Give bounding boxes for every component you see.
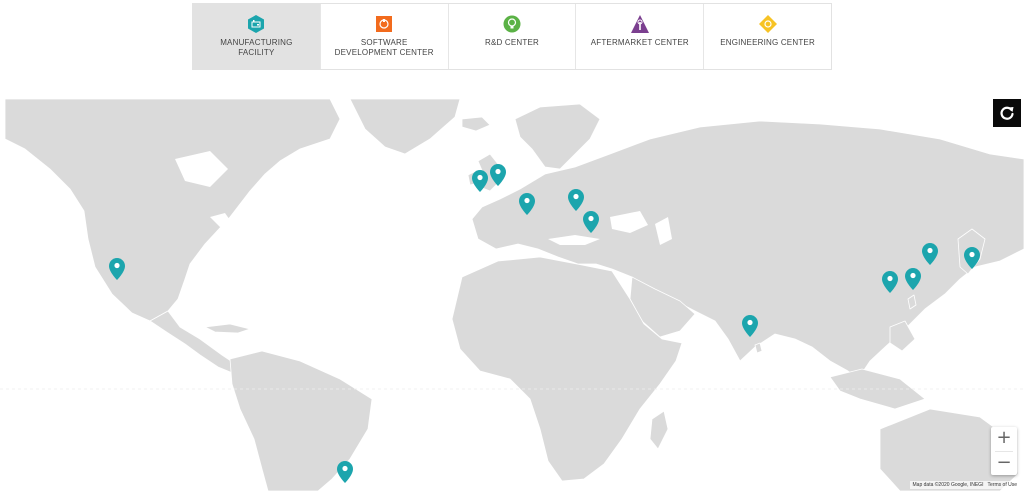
wrench-icon xyxy=(630,15,649,33)
tab-label: ENGINEERING CENTER xyxy=(720,38,815,47)
tab-engineering-center[interactable]: ENGINEERING CENTER xyxy=(704,4,831,69)
map-pin[interactable] xyxy=(742,315,758,337)
map-pin[interactable] xyxy=(905,268,921,290)
tab-label: MANUFACTURING FACILITY xyxy=(220,38,293,57)
tab-aftermarket-center[interactable]: AFTERMARKET CENTER xyxy=(576,4,705,69)
map-pin[interactable] xyxy=(882,271,898,293)
tab-rd-center[interactable]: R&D CENTER xyxy=(449,4,577,69)
tab-label: SOFTWARE DEVELOPMENT CENTER xyxy=(334,38,434,57)
map-pin[interactable] xyxy=(337,461,353,483)
tab-label: R&D CENTER xyxy=(484,38,539,47)
map-pin[interactable] xyxy=(472,170,488,192)
terms-of-use-link[interactable]: Terms of Use xyxy=(988,482,1017,488)
map-pin[interactable] xyxy=(490,164,506,186)
map-pin[interactable] xyxy=(922,243,938,265)
world-map[interactable] xyxy=(0,99,1024,491)
facility-type-tabs: MANUFACTURING FACILITY SOFTWARE DEVELOPM… xyxy=(192,3,832,70)
tab-software-development-center[interactable]: SOFTWARE DEVELOPMENT CENTER xyxy=(321,4,449,69)
factory-icon xyxy=(248,15,265,33)
tab-manufacturing-facility[interactable]: MANUFACTURING FACILITY xyxy=(193,4,321,69)
map-attribution: Map data ©2020 Google, INEGI Terms of Us… xyxy=(909,481,1020,489)
map-land xyxy=(0,99,1024,491)
attribution-text: Map data ©2020 Google, INEGI xyxy=(912,482,984,488)
map-pin[interactable] xyxy=(568,189,584,211)
gear-icon xyxy=(758,15,777,33)
lightbulb-icon xyxy=(503,15,521,33)
map-pin[interactable] xyxy=(964,247,980,269)
refresh-button[interactable] xyxy=(993,99,1021,127)
map-pin[interactable] xyxy=(519,193,535,215)
zoom-in-button[interactable]: + xyxy=(991,427,1017,451)
map-pin[interactable] xyxy=(583,211,599,233)
zoom-out-button[interactable]: − xyxy=(991,452,1017,476)
refresh-icon xyxy=(1000,106,1014,120)
zoom-controls: + − xyxy=(991,427,1017,475)
map-pin[interactable] xyxy=(109,258,125,280)
code-icon xyxy=(376,16,393,32)
tab-label: AFTERMARKET CENTER xyxy=(590,38,689,47)
